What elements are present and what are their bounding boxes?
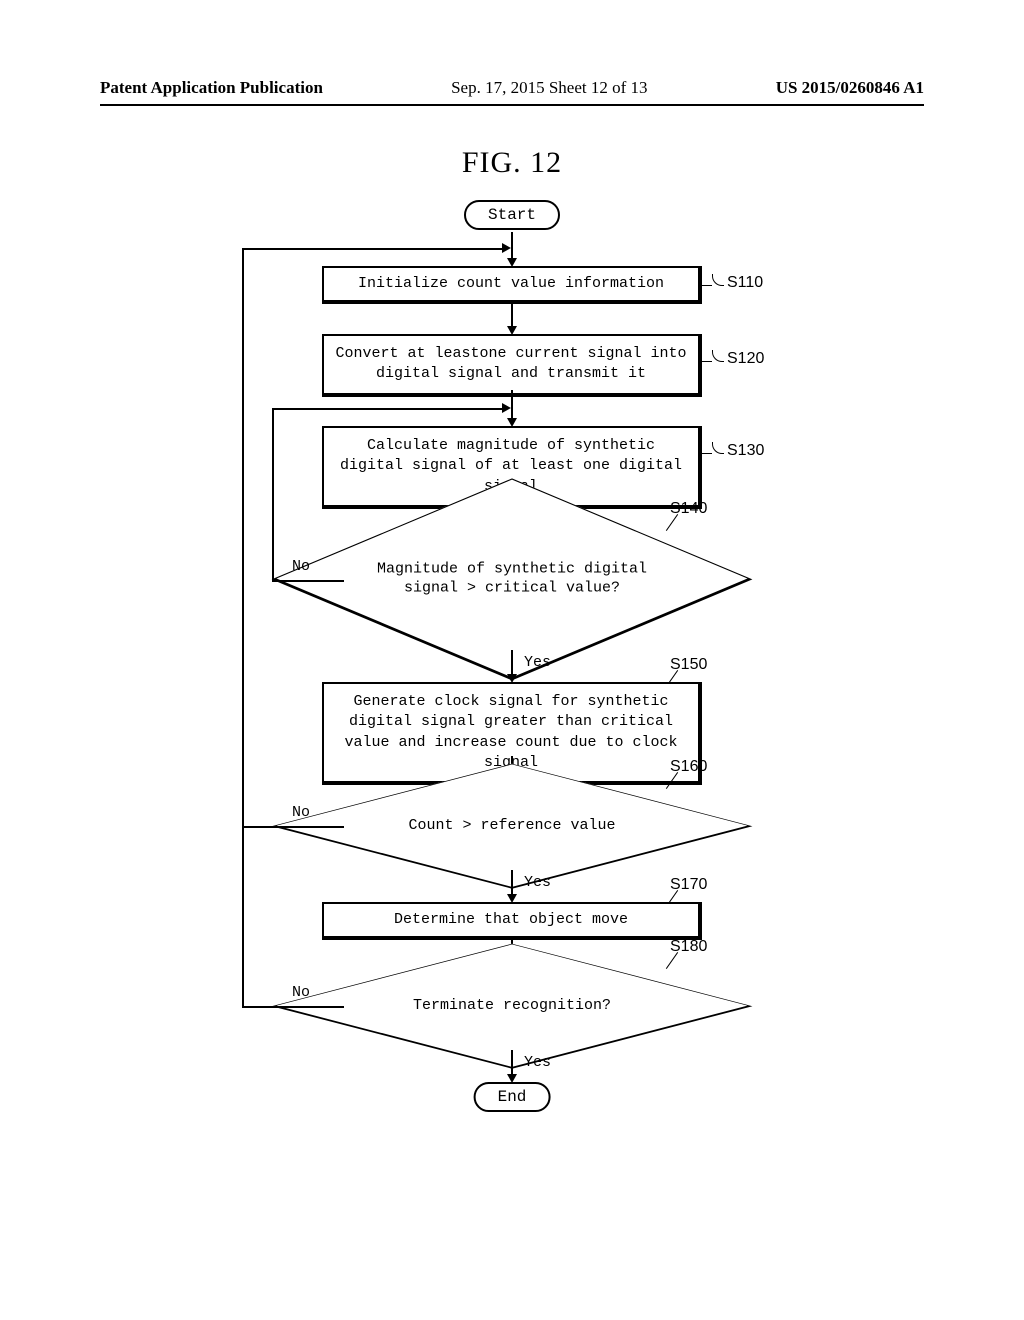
edge-no-loop-h [242, 248, 504, 250]
decision-text: Magnitude of synthetic digital signal > … [362, 561, 662, 598]
edge-s140-no-h [272, 580, 344, 582]
edge-s140-no-h2 [272, 408, 504, 410]
header-publication: Patent Application Publication [100, 78, 323, 98]
decision-s140: Magnitude of synthetic digital signal > … [342, 508, 682, 651]
page: Patent Application Publication Sep. 17, … [0, 0, 1024, 1320]
header-rule [100, 104, 924, 106]
step-id-s110: S110 [727, 274, 763, 292]
edge-label-no: No [292, 984, 310, 1001]
edge-label-yes: Yes [524, 1054, 551, 1071]
arrowhead-icon [502, 243, 511, 253]
step-id-s130: S130 [727, 442, 764, 460]
flowchart: Start Initialize count value information… [232, 200, 792, 1180]
step-id-s120: S120 [727, 350, 764, 368]
edge-s140-no-v [272, 408, 274, 582]
edge-s160-s170-yes [511, 870, 513, 896]
edge-s120-s130 [511, 390, 513, 420]
edge-s160-no-h [242, 826, 344, 828]
edge-label-no: No [292, 558, 310, 575]
terminator-start: Start [464, 200, 560, 230]
edge-no-loop-v [242, 248, 244, 1008]
process-s170: Determine that object move [322, 902, 702, 940]
leader-line [702, 453, 712, 454]
leader-line [702, 285, 712, 286]
edge-s140-s150-yes [511, 650, 513, 676]
edge-s180-end-yes [511, 1050, 513, 1076]
terminator-end: End [474, 1082, 551, 1112]
decision-text: Count > reference value [362, 817, 662, 836]
decision-s160: Count > reference value [342, 782, 682, 870]
edge-label-yes: Yes [524, 654, 551, 671]
edge-label-no: No [292, 804, 310, 821]
edge-s110-s120 [511, 300, 513, 328]
arrowhead-icon [502, 403, 511, 413]
leader-tick-icon [712, 442, 724, 454]
edge-start-s110 [511, 232, 513, 260]
figure-title: FIG. 12 [100, 146, 924, 180]
decision-s180: Terminate recognition? [342, 962, 682, 1050]
edge-label-yes: Yes [524, 874, 551, 891]
header-patent-number: US 2015/0260846 A1 [776, 78, 924, 98]
edge-s180-no-h [242, 1006, 344, 1008]
process-s120: Convert at leastone current signal into … [322, 334, 702, 397]
leader-line [702, 361, 712, 362]
decision-text: Terminate recognition? [362, 997, 662, 1016]
header-sheet-info: Sep. 17, 2015 Sheet 12 of 13 [451, 78, 647, 98]
process-s110: Initialize count value information [322, 266, 702, 304]
leader-tick-icon [712, 350, 724, 362]
page-header: Patent Application Publication Sep. 17, … [100, 78, 924, 98]
leader-tick-icon [712, 274, 724, 286]
